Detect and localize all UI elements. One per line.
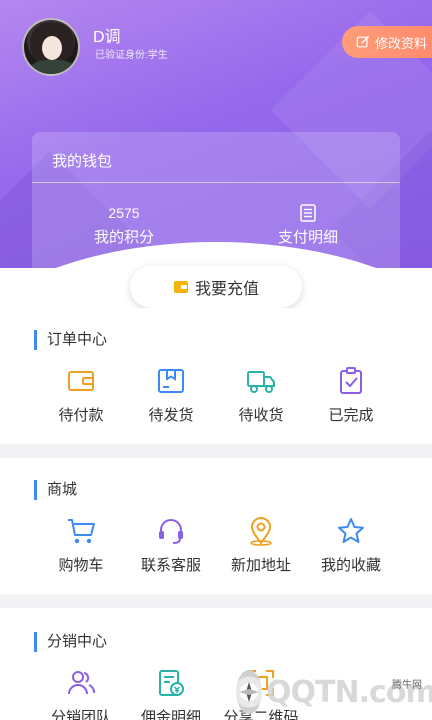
order-completed[interactable]: 已完成 bbox=[306, 366, 396, 425]
divider bbox=[32, 182, 400, 183]
recharge-button[interactable]: 我要充值 bbox=[130, 266, 302, 308]
mall-item-label: 我的收藏 bbox=[320, 557, 381, 574]
order-pending-receipt[interactable]: 待收货 bbox=[216, 366, 306, 425]
order-item-label: 待发货 bbox=[148, 407, 194, 424]
mall-cart[interactable]: 购物车 bbox=[36, 516, 126, 575]
cart-icon bbox=[68, 519, 95, 544]
section-title: 订单中心 bbox=[34, 330, 107, 350]
headset-icon bbox=[159, 519, 183, 544]
verify-status: 已验证身份:学生 bbox=[95, 50, 168, 61]
watermark-logo-icon bbox=[236, 670, 262, 714]
recharge-card-icon bbox=[173, 281, 188, 293]
order-pending-shipment[interactable]: 待发货 bbox=[126, 366, 216, 425]
order-pending-payment[interactable]: 待付款 bbox=[36, 366, 126, 425]
section-title: 商城 bbox=[34, 480, 77, 500]
distribution-item-label: 分销团队 bbox=[50, 709, 111, 720]
order-item-label: 已完成 bbox=[328, 407, 374, 424]
mall-item-label: 新加地址 bbox=[230, 557, 291, 574]
wallet-title: 我的钱包 bbox=[52, 153, 113, 170]
wallet-icon bbox=[68, 371, 94, 391]
location-icon bbox=[250, 517, 272, 546]
section-title: 分销中心 bbox=[34, 632, 107, 652]
points-value: 2575 bbox=[108, 205, 140, 221]
mall-item-label: 购物车 bbox=[58, 557, 104, 574]
star-icon bbox=[338, 518, 364, 543]
username: D调 bbox=[93, 29, 121, 46]
watermark-small-text: 腾牛网 bbox=[392, 680, 422, 691]
mall-item-label: 联系客服 bbox=[140, 557, 201, 574]
distribution-team[interactable]: 分销团队 bbox=[36, 668, 126, 720]
order-item-label: 待付款 bbox=[58, 407, 104, 424]
payment-details-item[interactable]: 支付明细 bbox=[216, 204, 400, 247]
points-item[interactable]: 2575 我的积分 bbox=[32, 204, 216, 247]
team-icon bbox=[68, 671, 95, 695]
mall-contact-service[interactable]: 联系客服 bbox=[126, 516, 216, 575]
edit-profile-button[interactable]: 修改资料 bbox=[342, 26, 432, 58]
edit-profile-label: 修改资料 bbox=[375, 35, 428, 51]
document-list-icon bbox=[300, 204, 316, 222]
wallet-card: 我的钱包 2575 我的积分 支付明细 bbox=[32, 132, 400, 268]
recharge-label: 我要充值 bbox=[194, 281, 259, 298]
order-center-section: 订单中心 待付款 待发货 待收货 已完成 bbox=[0, 308, 432, 444]
package-icon bbox=[158, 369, 184, 393]
mall-add-address[interactable]: 新加地址 bbox=[216, 516, 306, 575]
clipboard-check-icon bbox=[340, 367, 362, 394]
avatar[interactable] bbox=[22, 18, 80, 76]
edit-icon bbox=[356, 36, 369, 48]
commission-icon bbox=[159, 670, 184, 696]
points-label: 我的积分 bbox=[93, 229, 154, 246]
order-item-label: 待收货 bbox=[238, 407, 284, 424]
truck-icon bbox=[247, 371, 275, 393]
distribution-item-label: 佣金明细 bbox=[140, 709, 201, 720]
mall-favorites[interactable]: 我的收藏 bbox=[306, 516, 396, 575]
payment-details-label: 支付明细 bbox=[277, 229, 338, 246]
mall-section: 商城 购物车 联系客服 新加地址 我的收藏 bbox=[0, 458, 432, 594]
distribution-commission[interactable]: 佣金明细 bbox=[126, 668, 216, 720]
watermark: QQTN.com 腾牛网 bbox=[236, 664, 432, 720]
